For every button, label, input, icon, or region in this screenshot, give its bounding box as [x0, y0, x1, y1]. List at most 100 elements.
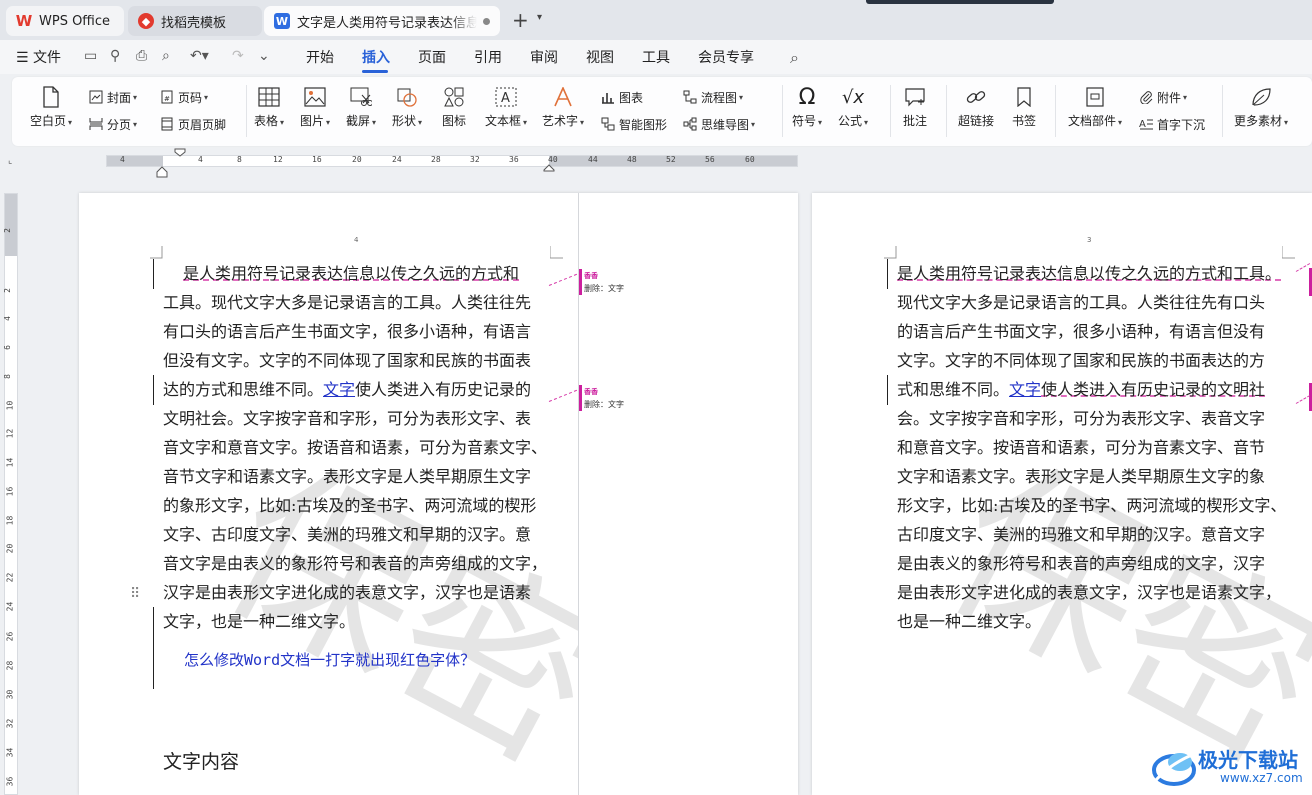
markup-author: 香香 — [584, 272, 598, 280]
more-materials-button[interactable]: 更多素材 ▾ — [1234, 85, 1288, 129]
shape-button[interactable]: 形状 ▾ — [392, 85, 422, 129]
save-icon[interactable]: ▭ — [84, 48, 97, 64]
crop-mark-icon — [1282, 246, 1295, 259]
ruler-tick: 4 — [198, 155, 203, 164]
text-line: 文明社会。文字按字音和字形，可分为表形文字、表 — [163, 404, 531, 433]
first-line-indent-icon[interactable] — [174, 148, 186, 158]
ruler-tick: 32 — [470, 155, 480, 164]
text-line: 是由表义的象形符号和表音的声旁组成的文字，汉字 — [897, 549, 1265, 578]
svg-text:#: # — [164, 95, 170, 103]
attachment-button[interactable]: 附件 ▾ — [1138, 88, 1187, 106]
new-tab-plus-icon[interactable]: + — [512, 10, 529, 30]
text-run: 式和思维不同。 — [897, 380, 1010, 399]
table-button[interactable]: 表格 ▾ — [254, 85, 284, 129]
ruler-tick: 24 — [392, 155, 402, 164]
bookmark-button[interactable]: 书签 — [1012, 85, 1036, 129]
header-footer-icon — [159, 116, 175, 132]
right-indent-icon[interactable] — [543, 162, 555, 172]
menu-view[interactable]: 视图 — [586, 47, 614, 67]
text-line: 的象形文字，比如:古埃及的圣书字、两河流域的楔形 — [163, 491, 536, 520]
ruler-tick: 56 — [705, 155, 715, 164]
crop-mark-icon — [884, 246, 897, 259]
hyperlink-button[interactable]: 超链接 — [958, 85, 994, 129]
horizontal-ruler[interactable]: 4 4 8 12 16 20 24 28 32 36 40 44 48 52 5… — [106, 155, 798, 167]
print-icon[interactable]: ⎙ — [136, 48, 147, 64]
menu-home[interactable]: 开始 — [306, 47, 334, 67]
screenshot-button[interactable]: 截屏 ▾ — [346, 85, 376, 129]
leaf-icon — [1249, 85, 1273, 109]
text-run: 文明社会。文字按字音和字形，可分为表形文字、表 — [163, 409, 532, 428]
bookmark-label: 书签 — [1012, 114, 1037, 128]
tab-wps-office[interactable]: W WPS Office — [6, 6, 124, 36]
text-line: 文字。文字的不同体现了国家和民族的书面表达的方 — [897, 346, 1265, 375]
menu-page[interactable]: 页面 — [418, 47, 446, 67]
table-icon — [257, 85, 281, 109]
unsaved-dot-icon[interactable] — [483, 17, 490, 25]
chart-button[interactable]: 图表 — [600, 88, 643, 106]
tab-label: 找稻壳模板 — [161, 15, 227, 31]
tab-document[interactable]: W 文字是人类用符号记录表达信息以传之久远的方式和工具 — [264, 6, 500, 36]
text-line: 有口头的语言后产生书面文字，很多小语种，有语言 — [163, 317, 531, 346]
site-logo: 极光下载站 www.xz7.com — [1150, 742, 1310, 792]
text-line: 和意音文字。按语音和语素，可分为音素文字、音节 — [897, 433, 1265, 462]
icon-button[interactable]: 图标 — [442, 85, 466, 129]
symbol-button[interactable]: Ω 符号 ▾ — [792, 85, 822, 129]
tab-stop-selector[interactable]: ⌞ — [8, 156, 12, 166]
flowchart-label: 流程图 — [701, 90, 738, 105]
page-break-button[interactable]: 分页 ▾ — [88, 115, 137, 133]
document-page-left[interactable]: 保密 4 是人类用符号记录表达信息以传之久远的方式和 工具。现代文字大多是记录语言… — [79, 193, 798, 795]
text-run: 文字、古印度文字、美洲的玛雅文和早期的汉字。意 — [163, 525, 532, 544]
undo-icon[interactable]: ↶▾ — [190, 48, 209, 64]
wordart-button[interactable]: 艺术字 ▾ — [542, 85, 584, 129]
picture-button[interactable]: 图片 ▾ — [300, 85, 330, 129]
textbox-icon: A — [494, 85, 518, 109]
chevron-down-icon[interactable]: ▾ — [537, 12, 542, 23]
redo-icon[interactable]: ↷ — [232, 48, 244, 64]
comment-button[interactable]: 批注 — [903, 85, 927, 129]
smart-shape-button[interactable]: 智能图形 — [600, 115, 667, 133]
page-number-button[interactable]: # 页码 ▾ — [159, 88, 208, 106]
menu-reference[interactable]: 引用 — [474, 47, 502, 67]
formula-button[interactable]: √x 公式 ▾ — [838, 85, 868, 129]
drag-handle-icon[interactable]: ⠿ — [130, 587, 140, 601]
ruler-tick: 6 — [2, 345, 12, 350]
flowchart-button[interactable]: 流程图 ▾ — [682, 88, 743, 106]
ruler-tick: 20 — [5, 543, 15, 554]
blank-page-button[interactable]: 空白页 ▾ — [30, 85, 72, 129]
text-run: 文字。文字的不同体现了国家和民族的书面表达的方 — [897, 351, 1266, 370]
wps-logo-icon: W — [15, 12, 33, 30]
header-footer-button[interactable]: 页眉页脚 — [159, 115, 226, 133]
mindmap-button[interactable]: 思维导图 ▾ — [682, 115, 755, 133]
markup-leader — [1295, 395, 1311, 404]
menu-tools[interactable]: 工具 — [642, 47, 670, 67]
menu-review[interactable]: 审阅 — [530, 47, 558, 67]
wordart-icon — [551, 85, 575, 109]
menu-file[interactable]: ☰ 文件 — [16, 47, 61, 67]
markup-text[interactable]: 删除：文字 — [584, 399, 624, 410]
tab-template[interactable]: ◆ 找稻壳模板 — [128, 6, 262, 36]
textbox-button[interactable]: A 文本框 ▾ — [485, 85, 527, 129]
chart-icon — [600, 89, 616, 105]
print-preview-icon[interactable]: ⌕ — [162, 48, 170, 64]
doc-parts-button[interactable]: 文档部件 ▾ — [1068, 85, 1122, 129]
search-icon[interactable]: ⌕ — [790, 48, 799, 68]
hanging-indent-icon[interactable] — [156, 164, 168, 178]
icon-label: 图标 — [442, 114, 467, 128]
document-page-right[interactable]: 保密 3 是人类用符号记录表达信息以传之久远的方式和工具。 现代文字大多是记录语言… — [812, 193, 1312, 795]
text-line: 音文字是由表义的象形符号和表音的声旁组成的文字， — [163, 549, 547, 578]
inserted-text: 文字 — [323, 380, 356, 399]
crop-mark-icon — [550, 246, 563, 259]
drop-cap-button[interactable]: A 首字下沉 — [1138, 115, 1205, 133]
key-icon[interactable]: ⚲ — [110, 48, 120, 64]
menu-insert[interactable]: 插入 — [362, 47, 390, 67]
change-bar — [153, 607, 154, 689]
tab-label: 文字是人类用符号记录表达信息以传之久远的方式和工具 — [297, 15, 477, 31]
menu-member[interactable]: 会员专享 — [698, 47, 754, 67]
markup-text[interactable]: 删除：文字 — [584, 283, 624, 294]
cover-button[interactable]: 封面 ▾ — [88, 88, 137, 106]
text-line: 达的方式和思维不同。文字使人类进入有历史记录的 — [163, 375, 531, 404]
text-run: 有口头的语言后产生书面文字，很多小语种，有语言 — [163, 322, 532, 341]
chevron-down-icon[interactable]: ⌄ — [258, 48, 270, 64]
svg-text:A: A — [501, 91, 510, 106]
formula-icon: √x — [841, 86, 865, 108]
